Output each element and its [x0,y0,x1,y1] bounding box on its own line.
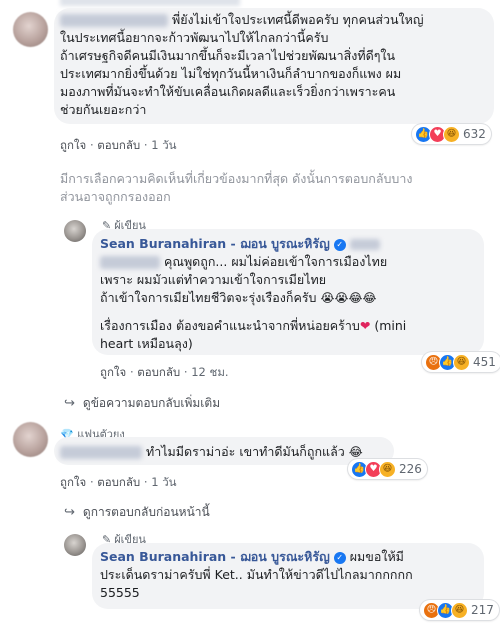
avatar[interactable] [13,12,48,47]
laughing-emoji-icon: 😂 [348,445,363,459]
comment-time[interactable]: 1 วัน [151,138,176,152]
reaction-summary[interactable]: 👍 ♥ 😆 226 [348,459,427,479]
reply-line: ถ้าเข้าใจการเมียไทยชีวิตจะรุ่งเรืองก็ครั… [100,290,317,305]
reply-arrow-icon: ↪ [64,505,75,520]
reaction-count: 226 [399,462,422,476]
reaction-summary[interactable]: 😠 👍 😆 451 [422,352,500,372]
comment-line: ถ้าเศรษฐกิจดีคนมีเงินมากขึ้นก็จะมีเวลาไป… [60,48,396,63]
more-replies-link[interactable]: ↪ ดูข้อความตอบกลับเพิ่มเติม [64,394,220,413]
like-link[interactable]: ถูกใจ [100,365,126,379]
author-name[interactable]: Sean Buranahiran - ฌอน บูรณะหิรัญ [100,236,330,251]
reply-line: heart เหมือนลุง) [100,336,193,351]
reply-text: Sean Buranahiran - ฌอน บูรณะหิรัญ ✓ ผมขอ… [100,548,482,602]
haha-reaction-icon: 😆 [443,125,460,143]
comment-line: พี่ยังไม่เข้าใจประเทศนี้ดีพอครับ ทุกคนส่… [171,12,424,27]
reaction-count: 632 [463,127,486,141]
tagged-name-blurred[interactable] [349,239,380,250]
reply-time[interactable]: 12 ชม. [191,365,228,379]
reply-actions: ถูกใจ · ตอบกลับ · 12 ชม. [100,365,229,379]
comment-actions: ถูกใจ · ตอบกลับ · 1 วัน [60,138,177,152]
reply-line: คุณพูดถูก... ผมไม่ค่อยเข้าใจการเมืองไทย [163,254,388,269]
filter-notice: มีการเลือกความคิดเห็นที่เกี่ยวข้องมากที่… [60,170,412,206]
comment-actions: ถูกใจ · ตอบกลับ · 1 วัน [60,475,177,489]
comment-line: ในประเทศนี้อยากจะก้าวพัฒนาไปให้ไกลกว่านี… [60,30,329,45]
reply-line: เรื่องการเมือง ต้องขอคำแนะนำจากพี่หน่อยค… [100,318,360,333]
reaction-count: 217 [471,603,494,617]
author-name[interactable]: Sean Buranahiran - ฌอน บูรณะหิรัญ [100,549,330,564]
haha-reaction-icon: 😆 [451,601,468,619]
like-link[interactable]: ถูกใจ [60,138,86,152]
verified-badge-icon: ✓ [333,238,346,251]
author-avatar[interactable] [64,534,86,556]
reply-line: (mini [374,318,407,333]
red-heart-icon: ❤ [359,318,371,333]
reply-text: คุณพูดถูก... ผมไม่ค่อยเข้าใจการเมืองไทย … [100,253,480,353]
reply-link[interactable]: ตอบกลับ [137,365,180,379]
reaction-summary[interactable]: 😠 👍 😆 217 [420,600,499,620]
reaction-count: 451 [473,355,496,369]
comment-line: ประเทศมากยิ่งขึ้นด้วย ไม่ใช่ทุกวันนี้หาเ… [60,66,402,81]
reply-arrow-icon: ↪ [64,396,75,411]
reply-line: เพราะ ผมมัวแต่ทำความเข้าใจการเมียไทย [100,272,327,287]
reply-link[interactable]: ตอบกลับ [97,138,140,152]
comment-line: ช่วยกันเยอะกว่า [60,102,147,117]
reply-line: ผมขอให้มี [349,549,404,564]
haha-reaction-icon: 😆 [379,460,396,478]
reply-line: ประเด็นดราม่าครับพี่ Ket.. มันทำให้ข่าวด… [100,567,413,582]
reaction-summary[interactable]: 👍 ♥ 😆 632 [412,124,491,144]
comment-text: ทำไมมีดราม่าอ่ะ เขาทำดีมันก็ถูกแล้ว 😂 [60,443,363,461]
author-avatar[interactable] [64,220,86,242]
comment-time[interactable]: 1 วัน [151,475,176,489]
avatar[interactable] [13,422,48,457]
commenter-name-blurred[interactable] [60,446,142,459]
crying-emoji-icon: 😭😭😂😂 [320,291,377,305]
reply-line: 55555 [100,585,140,600]
filter-notice-line: ส่วนอาจถูกกรองออก [60,189,171,204]
haha-reaction-icon: 😆 [453,353,470,371]
mentioned-name-blurred[interactable] [100,256,160,269]
like-link[interactable]: ถูกใจ [60,475,86,489]
comment-text: พี่ยังไม่เข้าใจประเทศนี้ดีพอครับ ทุกคนส่… [60,11,490,119]
filter-notice-line: มีการเลือกความคิดเห็นที่เกี่ยวข้องมากที่… [60,171,413,186]
reply-header: Sean Buranahiran - ฌอน บูรณะหิรัญ ✓ [100,234,380,254]
commenter-name-blurred[interactable] [60,14,168,27]
previous-replies-link[interactable]: ↪ ดูการตอบกลับก่อนหน้านี้ [64,503,210,522]
cropped-top-row [60,0,240,6]
comment-line: มองภาพที่มันจะทำให้ขับเคลื่อนเกิดผลดีและ… [60,84,396,99]
verified-badge-icon: ✓ [333,551,346,564]
reply-link[interactable]: ตอบกลับ [97,475,140,489]
comment-line: ทำไมมีดราม่าอ่ะ เขาทำดีมันก็ถูกแล้ว [145,444,345,459]
